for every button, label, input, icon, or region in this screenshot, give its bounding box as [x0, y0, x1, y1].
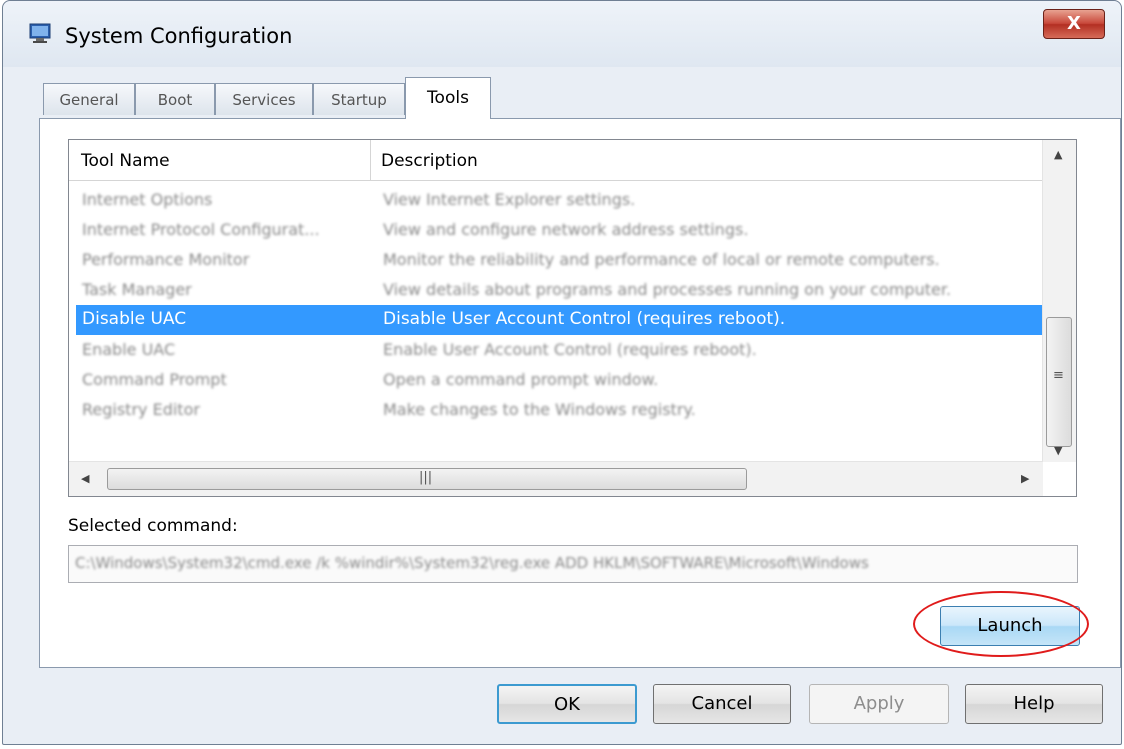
- tab-boot[interactable]: Boot: [135, 83, 215, 115]
- list-item[interactable]: Performance Monitor Monitor the reliabil…: [76, 245, 1044, 275]
- ok-button[interactable]: OK: [497, 684, 637, 724]
- close-button[interactable]: X: [1043, 9, 1105, 39]
- tool-description: Monitor the reliability and performance …: [383, 250, 940, 269]
- list-header: Tool Name Description: [69, 140, 1043, 181]
- apply-button[interactable]: Apply: [809, 684, 949, 724]
- grip-icon: ≡: [1053, 368, 1064, 383]
- tool-description: View Internet Explorer settings.: [383, 190, 636, 209]
- vertical-scrollbar[interactable]: ▲ ≡ ▼: [1042, 140, 1076, 462]
- close-icon: X: [1067, 13, 1081, 34]
- tab-tools[interactable]: Tools: [405, 77, 491, 119]
- title-bar: System Configuration X: [3, 1, 1121, 67]
- list-item-selected[interactable]: Disable UAC Disable User Account Control…: [76, 305, 1044, 335]
- window-title: System Configuration: [65, 24, 293, 48]
- selected-command-value: C:\Windows\System32\cmd.exe /k %windir%\…: [75, 554, 869, 572]
- tools-tab-panel: Tool Name Description Internet Options V…: [39, 118, 1121, 668]
- tool-description: View details about programs and processe…: [383, 280, 952, 299]
- horizontal-scrollbar[interactable]: ◀ ||| ▶: [69, 461, 1043, 496]
- msconfig-app-icon: [29, 23, 51, 43]
- column-header-tool-name[interactable]: Tool Name: [81, 151, 170, 171]
- scroll-up-arrow-icon[interactable]: ▲: [1054, 148, 1062, 161]
- column-header-description[interactable]: Description: [381, 151, 478, 171]
- tool-description: Disable User Account Control (requires r…: [383, 309, 786, 329]
- tool-name: Internet Protocol Configurat...: [82, 220, 320, 239]
- tool-description: Open a command prompt window.: [383, 370, 659, 389]
- scroll-right-arrow-icon[interactable]: ▶: [1021, 472, 1029, 485]
- list-item[interactable]: Registry Editor Make changes to the Wind…: [76, 395, 1044, 425]
- tool-name: Internet Options: [82, 190, 213, 209]
- list-item[interactable]: Internet Options View Internet Explorer …: [76, 185, 1044, 215]
- scroll-down-arrow-icon[interactable]: ▼: [1054, 444, 1062, 457]
- tool-name: Task Manager: [82, 280, 192, 299]
- tool-description: Make changes to the Windows registry.: [383, 400, 696, 419]
- selected-command-label: Selected command:: [68, 516, 238, 536]
- list-item[interactable]: Task Manager View details about programs…: [76, 275, 1044, 305]
- tool-name: Registry Editor: [82, 400, 200, 419]
- horizontal-scroll-thumb[interactable]: |||: [107, 468, 747, 490]
- tools-list[interactable]: Tool Name Description Internet Options V…: [68, 139, 1077, 497]
- list-item[interactable]: Enable UAC Enable User Account Control (…: [76, 335, 1044, 365]
- tool-description: View and configure network address setti…: [383, 220, 749, 239]
- help-button[interactable]: Help: [965, 684, 1103, 724]
- vertical-scroll-thumb[interactable]: ≡: [1046, 317, 1072, 447]
- tab-services[interactable]: Services: [215, 83, 313, 115]
- list-item[interactable]: Internet Protocol Configurat... View and…: [76, 215, 1044, 245]
- grip-icon: |||: [419, 470, 433, 485]
- tool-name: Performance Monitor: [82, 250, 250, 269]
- cancel-button[interactable]: Cancel: [653, 684, 791, 724]
- list-item[interactable]: Command Prompt Open a command prompt win…: [76, 365, 1044, 395]
- tool-name: Disable UAC: [82, 309, 187, 329]
- launch-button[interactable]: Launch: [940, 606, 1080, 646]
- tab-general[interactable]: General: [43, 83, 135, 115]
- column-separator[interactable]: [370, 140, 371, 180]
- tool-name: Command Prompt: [82, 370, 227, 389]
- selected-command-field[interactable]: C:\Windows\System32\cmd.exe /k %windir%\…: [68, 545, 1078, 583]
- system-configuration-window: System Configuration X General Boot Serv…: [2, 0, 1122, 745]
- tool-description: Enable User Account Control (requires re…: [383, 340, 757, 359]
- tab-startup[interactable]: Startup: [313, 83, 405, 115]
- scroll-left-arrow-icon[interactable]: ◀: [81, 472, 89, 485]
- tool-name: Enable UAC: [82, 340, 176, 359]
